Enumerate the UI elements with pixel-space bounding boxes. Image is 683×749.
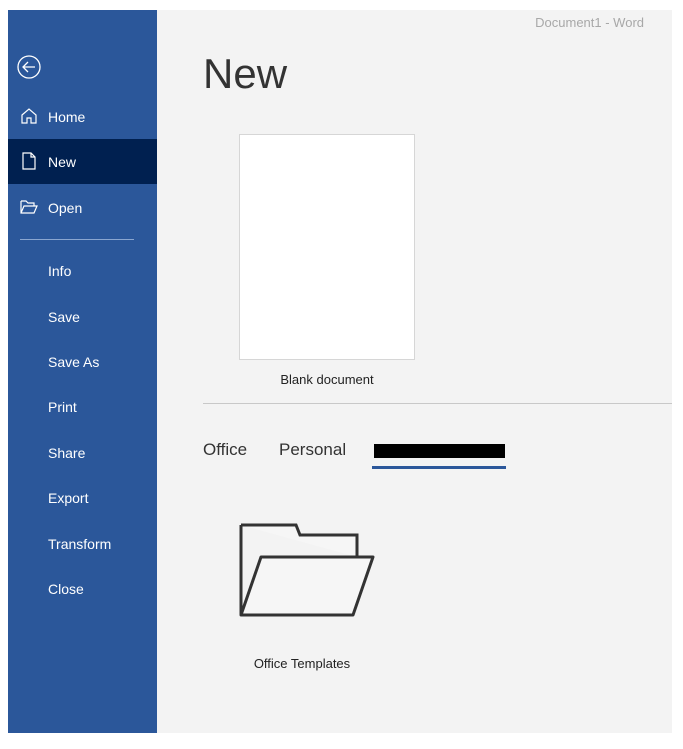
sidebar-item-info[interactable]: Info bbox=[8, 248, 157, 293]
office-templates-label[interactable]: Office Templates bbox=[227, 656, 377, 671]
sidebar-item-label: Open bbox=[48, 199, 83, 216]
sidebar-item-close[interactable]: Close bbox=[8, 566, 157, 611]
sidebar-item-share[interactable]: Share bbox=[8, 430, 157, 475]
sidebar-item-label: Transform bbox=[48, 535, 112, 552]
open-folder-icon bbox=[20, 200, 38, 214]
blank-document-label[interactable]: Blank document bbox=[239, 372, 415, 387]
sidebar-item-label: Info bbox=[48, 262, 72, 279]
sidebar-item-label: Close bbox=[48, 580, 84, 597]
window-title: Document1 - Word bbox=[535, 15, 644, 30]
sidebar-item-label: Home bbox=[48, 108, 86, 125]
new-document-icon bbox=[22, 152, 36, 170]
sidebar-item-print[interactable]: Print bbox=[8, 384, 157, 429]
sidebar-divider bbox=[20, 239, 134, 240]
sidebar-item-label: Share bbox=[48, 444, 86, 461]
blank-document-thumbnail[interactable] bbox=[239, 134, 415, 360]
sidebar-item-label: Export bbox=[48, 489, 89, 506]
tab-office[interactable]: Office bbox=[203, 440, 247, 460]
page-title: New bbox=[203, 50, 288, 97]
home-icon bbox=[21, 108, 37, 124]
redacted-tab[interactable] bbox=[374, 444, 505, 458]
sidebar-item-label: Save As bbox=[48, 353, 100, 370]
sidebar-item-new[interactable]: New bbox=[8, 139, 157, 184]
main-panel: Document1 - Word New Blank document Offi… bbox=[157, 10, 672, 733]
folder-icon[interactable] bbox=[239, 523, 379, 618]
divider bbox=[203, 403, 672, 404]
sidebar-item-export[interactable]: Export bbox=[8, 475, 157, 520]
sidebar-item-open[interactable]: Open bbox=[8, 185, 157, 230]
active-tab-underline bbox=[372, 466, 506, 469]
sidebar-item-save[interactable]: Save bbox=[8, 294, 157, 339]
sidebar-item-label: New bbox=[48, 153, 77, 170]
sidebar-item-save-as[interactable]: Save As bbox=[8, 339, 157, 384]
sidebar-item-home[interactable]: Home bbox=[8, 94, 157, 139]
sidebar-item-label: Save bbox=[48, 308, 80, 325]
back-arrow-icon[interactable] bbox=[17, 55, 41, 79]
sidebar-item-transform[interactable]: Transform bbox=[8, 521, 157, 566]
tab-personal[interactable]: Personal bbox=[279, 440, 346, 460]
backstage-sidebar: Home New Open Info Save Save As Print Sh… bbox=[8, 10, 157, 733]
sidebar-item-label: Print bbox=[48, 398, 77, 415]
